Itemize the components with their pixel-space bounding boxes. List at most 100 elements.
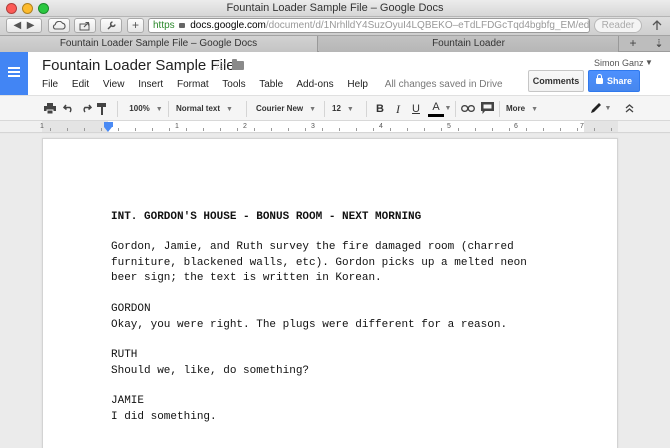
window-title: Fountain Loader Sample File – Google Doc… <box>226 2 444 14</box>
ruler-tick <box>543 128 544 131</box>
tab-fountain-loader[interactable]: Fountain Loader <box>319 36 619 52</box>
ruler-tick <box>356 128 357 131</box>
chevron-down-icon[interactable]: ▼ <box>604 101 612 117</box>
chevron-down-icon[interactable]: ▼ <box>645 58 653 67</box>
ruler-tick <box>458 128 459 131</box>
menu-table[interactable]: Table <box>259 79 283 90</box>
back-icon[interactable]: ◀ <box>14 20 22 31</box>
toolbar-divider <box>168 101 169 117</box>
ruler-tick <box>135 128 136 131</box>
font-size-dropdown[interactable]: 12 ▼ <box>332 101 362 117</box>
link-icon[interactable] <box>461 105 475 112</box>
more-label: More <box>506 104 526 113</box>
maximize-window-icon[interactable] <box>38 3 49 14</box>
more-dropdown[interactable]: More ▼ <box>506 101 540 117</box>
folder-icon[interactable] <box>232 59 244 70</box>
action-line[interactable]: furniture, blackened walls, etc). Gordon… <box>111 257 527 269</box>
character-name[interactable]: RUTH <box>111 349 137 361</box>
ruler-tick <box>288 128 289 131</box>
menu-format[interactable]: Format <box>177 79 209 90</box>
ruler-tick <box>271 128 272 131</box>
ruler-tick <box>424 128 425 131</box>
bold-button[interactable]: B <box>374 101 386 117</box>
ruler-tick <box>50 128 51 131</box>
action-line[interactable]: beer sign; the text is written in Korean… <box>111 272 382 284</box>
share-page-button[interactable] <box>74 18 96 33</box>
menu-addons[interactable]: Add-ons <box>296 79 333 90</box>
redo-icon[interactable] <box>80 103 92 113</box>
document-page[interactable]: INT. GORDON'S HOUSE - BONUS ROOM - NEXT … <box>42 138 618 448</box>
cloud-icon <box>52 20 66 30</box>
ruler-tick <box>390 128 391 131</box>
paragraph-style-dropdown[interactable]: Normal text ▼ <box>176 101 240 117</box>
ruler-right-margin <box>584 121 618 132</box>
menu-file[interactable]: File <box>42 79 58 90</box>
tab-google-docs[interactable]: Fountain Loader Sample File – Google Doc… <box>0 36 318 52</box>
new-tab-button[interactable]: + <box>626 36 640 51</box>
add-bookmark-button[interactable]: + <box>127 18 144 33</box>
toolbar-divider <box>117 101 118 117</box>
menu-view[interactable]: View <box>103 79 125 90</box>
ruler-tick <box>339 128 340 131</box>
ruler-tick <box>407 128 408 131</box>
text-color-button[interactable]: A <box>428 101 444 117</box>
url-host: docs.google.com <box>190 20 266 31</box>
collapse-toolbar-icon[interactable] <box>625 103 634 113</box>
comment-icon[interactable] <box>481 102 494 114</box>
dialogue-line[interactable]: Should we, like, do something? <box>111 365 309 377</box>
document-title[interactable]: Fountain Loader Sample File <box>42 57 235 74</box>
ruler-tick <box>594 128 595 131</box>
ruler-number: 1 <box>175 123 179 130</box>
share-button[interactable]: Share <box>588 70 640 92</box>
chevron-down-icon: ▼ <box>309 106 317 113</box>
ruler-left-margin <box>42 121 108 132</box>
undo-icon[interactable] <box>63 103 75 113</box>
comments-button[interactable]: Comments <box>528 70 584 92</box>
menu-tools[interactable]: Tools <box>222 79 245 90</box>
tab-bar: Fountain Loader Sample File – Google Doc… <box>0 35 670 52</box>
underline-button[interactable]: U <box>410 101 422 117</box>
menu-edit[interactable]: Edit <box>72 79 89 90</box>
minimize-window-icon[interactable] <box>22 3 33 14</box>
chevron-down-icon: ▼ <box>531 106 539 113</box>
print-icon[interactable] <box>44 103 56 114</box>
save-status[interactable]: All changes saved in Drive <box>385 79 503 90</box>
ruler-number: 2 <box>243 123 247 130</box>
scene-heading[interactable]: INT. GORDON'S HOUSE - BONUS ROOM - NEXT … <box>111 211 421 223</box>
icloud-tabs-button[interactable] <box>48 18 70 33</box>
user-name[interactable]: Simon Ganz <box>594 58 644 68</box>
character-name[interactable]: GORDON <box>111 303 151 315</box>
ruler-tick <box>577 128 578 131</box>
back-forward-buttons[interactable]: ◀ ▶ <box>6 18 42 33</box>
forward-icon[interactable]: ▶ <box>27 20 35 31</box>
pencil-icon[interactable] <box>590 102 602 114</box>
font-value: Courier New <box>256 104 304 113</box>
action-line[interactable]: Gordon, Jamie, and Ruth survey the fire … <box>111 241 514 253</box>
lock-icon <box>179 23 186 28</box>
chevron-down-icon[interactable]: ▼ <box>444 101 452 117</box>
close-window-icon[interactable] <box>6 3 17 14</box>
menu-insert[interactable]: Insert <box>138 79 163 90</box>
tab-overflow-icon[interactable]: ⇣ <box>652 36 666 52</box>
zoom-dropdown[interactable]: 100% ▼ <box>126 101 166 117</box>
left-indent-handle[interactable] <box>104 127 112 132</box>
reader-button[interactable]: Reader <box>594 18 642 33</box>
tools-button[interactable] <box>100 18 122 33</box>
dialogue-line[interactable]: Okay, you were right. The plugs were dif… <box>111 319 507 331</box>
paint-format-icon[interactable] <box>97 103 107 115</box>
star-icon[interactable]: ☆ <box>213 56 226 74</box>
character-name[interactable]: JAMIE <box>111 395 144 407</box>
ruler-tick <box>526 128 527 131</box>
dialogue-line[interactable]: I did something. <box>111 411 217 423</box>
ruler-tick <box>220 128 221 131</box>
font-dropdown[interactable]: Courier New ▼ <box>256 101 320 117</box>
ruler: 1 1 2 3 4 5 6 7 <box>0 121 670 133</box>
docs-home-icon[interactable] <box>0 52 28 95</box>
wrench-icon <box>106 21 116 30</box>
ruler-tick <box>101 128 102 131</box>
address-bar[interactable]: https docs.google.com/document/d/1Nrhlld… <box>148 18 590 33</box>
chevron-down-icon: ▼ <box>346 106 354 113</box>
menu-help[interactable]: Help <box>347 79 368 90</box>
italic-button[interactable]: I <box>392 101 404 117</box>
ruler-tick <box>441 128 442 131</box>
